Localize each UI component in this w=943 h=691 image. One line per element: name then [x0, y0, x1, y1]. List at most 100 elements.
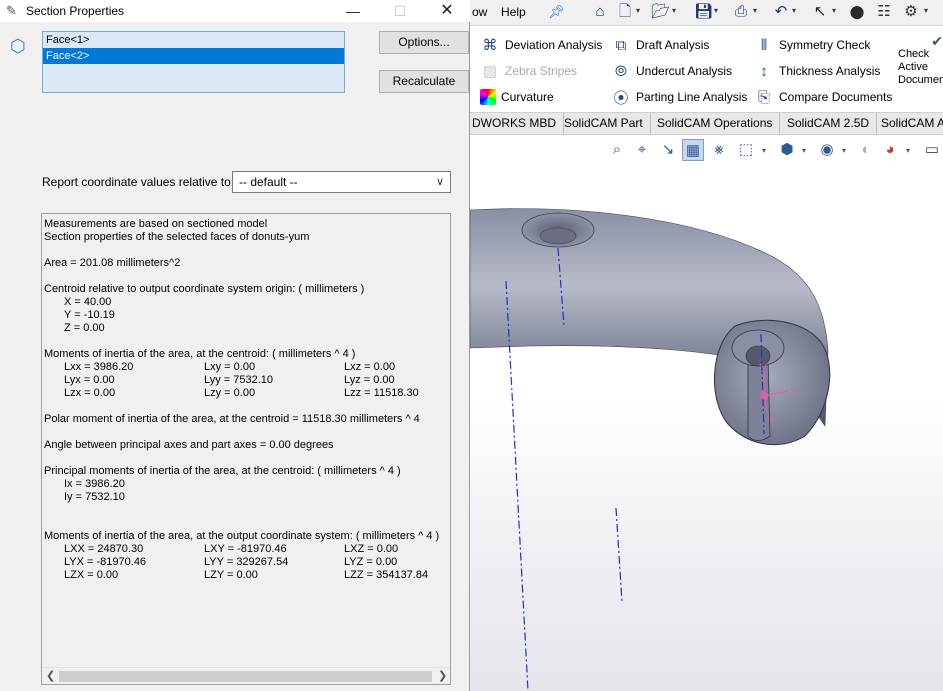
menu-window[interactable]: ow: [472, 5, 487, 19]
new-document-icon[interactable]: 🗋︎: [616, 3, 634, 21]
undo-dropdown-icon[interactable]: ▾: [792, 6, 796, 15]
select-dropdown-icon[interactable]: ▾: [832, 6, 836, 15]
moi-output-cell: LXZ = 0.00: [344, 543, 399, 555]
moi-cell: Lyz = 0.00: [344, 374, 395, 386]
app-root: ow Help 📌︎ ⌂ 🗋︎ ▾ 📂︎ ▾ 💾︎ ▾ ⎙ ▾ ↶ ▾ ↖ ▾ …: [0, 0, 943, 691]
tab-solidcam-part[interactable]: SolidCAM Part: [557, 113, 651, 135]
display-style-dropdown-icon[interactable]: ▾: [802, 146, 806, 155]
dialog-title-bar[interactable]: ✎ Section Properties — ☐ ✕: [0, 0, 470, 22]
moi-cell: Lzz = 11518.30: [344, 387, 419, 399]
check-active-document-button[interactable]: ✔ Check Active Document: [898, 35, 943, 87]
scroll-left-icon[interactable]: ❮: [46, 669, 55, 682]
open-icon[interactable]: 📂︎: [651, 3, 670, 21]
result-line: Section properties of the selected faces…: [44, 231, 310, 243]
recalculate-button[interactable]: Recalculate: [379, 70, 469, 93]
thickness-analysis-icon: ↕: [760, 62, 768, 80]
section-view-icon[interactable]: ▦: [682, 139, 704, 161]
symmetry-check-label: Symmetry Check: [779, 38, 871, 52]
home-icon[interactable]: ⌂: [591, 3, 609, 21]
minimize-button[interactable]: —: [330, 0, 376, 22]
deviation-analysis-icon: ⌘: [482, 37, 498, 54]
selected-faces-list[interactable]: Face<1> Face<2>: [42, 31, 345, 93]
triad-label-y: Iy: [759, 362, 767, 372]
zebra-stripes-label: Zebra Stripes: [505, 64, 578, 78]
thickness-analysis-button[interactable]: ↕ Thickness Analysis: [754, 60, 880, 82]
chevron-down-icon: ∨: [435, 176, 444, 188]
moi-cell: Lxx = 3986.20: [64, 361, 134, 373]
save-icon[interactable]: 💾︎: [694, 3, 713, 21]
check-active-document-icon: ✔: [931, 35, 943, 49]
view-orientation-dropdown-icon[interactable]: ▾: [762, 146, 766, 155]
check-active-document-label: Check Active Document: [898, 48, 943, 86]
view-orientation-icon[interactable]: ⬚: [735, 139, 757, 161]
display-style-icon[interactable]: ⬢: [776, 139, 798, 161]
draft-analysis-button[interactable]: ⧉ Draft Analysis: [611, 34, 710, 56]
undercut-analysis-button[interactable]: ⦾ Undercut Analysis: [611, 60, 732, 82]
thickness-analysis-label: Thickness Analysis: [779, 64, 881, 78]
list-item[interactable]: Face<2>: [43, 48, 344, 64]
compare-documents-button[interactable]: ⎘ Compare Documents: [754, 86, 892, 108]
coordinate-system-select[interactable]: -- default -- ∨: [232, 171, 451, 193]
result-principal-header: Principal moments of inertia of the area…: [44, 465, 401, 477]
view-settings-icon[interactable]: ▭: [921, 139, 943, 161]
apply-scene-icon[interactable]: ◕: [879, 139, 901, 161]
result-centroid-z: Z = 0.00: [64, 322, 105, 334]
open-dropdown-icon[interactable]: ▾: [672, 6, 676, 15]
edit-appearance-icon[interactable]: ◐: [855, 139, 877, 161]
moi-output-cell: LYZ = 0.00: [344, 556, 398, 568]
file-properties-icon[interactable]: ☷: [875, 3, 893, 21]
print-dropdown-icon[interactable]: ▾: [753, 6, 757, 15]
moi-output-cell: LZZ = 354137.84: [344, 569, 429, 581]
donut-model: Iy Ix Iz: [470, 208, 831, 691]
menu-help[interactable]: Help: [501, 5, 526, 19]
apply-scene-dropdown-icon[interactable]: ▾: [906, 146, 910, 155]
tab-solidcam-2-5d[interactable]: SolidCAM 2.5D: [780, 113, 878, 135]
select-arrow-icon[interactable]: ↖: [811, 3, 829, 21]
maximize-button: ☐: [393, 3, 407, 19]
result-moi-centroid-header: Moments of inertia of the area, at the c…: [44, 348, 356, 360]
horizontal-scrollbar[interactable]: ❮ ❯: [42, 667, 450, 684]
tab-solidcam-operations[interactable]: SolidCAM Operations: [650, 113, 781, 135]
selected-entities-cube-icon: ⬡: [10, 36, 26, 56]
options-gear-icon[interactable]: ⚙: [902, 3, 920, 21]
close-button[interactable]: ✕: [424, 0, 470, 22]
curvature-button[interactable]: Curvature: [480, 86, 554, 108]
draft-analysis-icon: ⧉: [615, 36, 627, 54]
scroll-right-icon[interactable]: ❯: [438, 669, 447, 682]
tab-solidcam-a[interactable]: SolidCAM A: [874, 113, 943, 135]
evaluate-ribbon: ⌘ Deviation Analysis ▨ Zebra Stripes Cur…: [470, 27, 943, 131]
print-icon[interactable]: ⎙: [732, 3, 750, 21]
tab-mbd[interactable]: DWORKS MBD: [470, 113, 564, 135]
options-dropdown-icon[interactable]: ▾: [924, 6, 928, 15]
undo-icon[interactable]: ↶: [772, 3, 790, 21]
symmetry-check-button[interactable]: ⫴ Symmetry Check: [754, 34, 871, 56]
result-area: Area = 201.08 millimeters^2: [44, 257, 181, 269]
results-text-area[interactable]: Measurements are based on sectioned mode…: [41, 213, 451, 685]
zoom-to-fit-icon[interactable]: ⌕: [606, 139, 628, 161]
previous-view-icon[interactable]: ↘: [657, 139, 679, 161]
list-item[interactable]: Face<1>: [43, 32, 344, 48]
hide-show-dropdown-icon[interactable]: ▾: [842, 146, 846, 155]
traffic-light-icon[interactable]: ⬤: [848, 3, 866, 21]
result-angle: Angle between principal axes and part ax…: [44, 439, 334, 451]
parting-line-analysis-button[interactable]: ⦿ Parting Line Analysis: [611, 86, 747, 108]
save-dropdown-icon[interactable]: ▾: [714, 6, 718, 15]
options-button[interactable]: Options...: [379, 31, 469, 54]
result-centroid-x: X = 40.00: [64, 296, 112, 308]
command-manager-tabs: DWORKS MBD SolidCAM Part SolidCAM Operat…: [470, 112, 943, 135]
dynamic-annotation-icon[interactable]: ⨳: [708, 139, 730, 161]
result-principal-iy: Iy = 7532.10: [64, 491, 125, 503]
zebra-stripes-icon: ▨: [482, 63, 498, 80]
graphics-area[interactable]: Iy Ix Iz: [470, 166, 943, 691]
zoom-to-area-icon[interactable]: ⌖: [631, 139, 653, 161]
moi-output-cell: LZY = 0.00: [204, 569, 258, 581]
moi-cell: Lzy = 0.00: [204, 387, 256, 399]
triad-label-x: Ix: [790, 387, 798, 397]
parting-line-analysis-icon: ⦿: [613, 89, 629, 107]
new-dropdown-icon[interactable]: ▾: [636, 6, 640, 15]
deviation-analysis-button[interactable]: ⌘ Deviation Analysis: [480, 34, 603, 56]
pin-icon[interactable]: 📌︎: [548, 4, 565, 20]
hide-show-items-icon[interactable]: ◉: [816, 139, 838, 161]
coordinate-system-label: Report coordinate values relative to:: [42, 175, 235, 189]
scrollbar-thumb[interactable]: [59, 671, 432, 682]
